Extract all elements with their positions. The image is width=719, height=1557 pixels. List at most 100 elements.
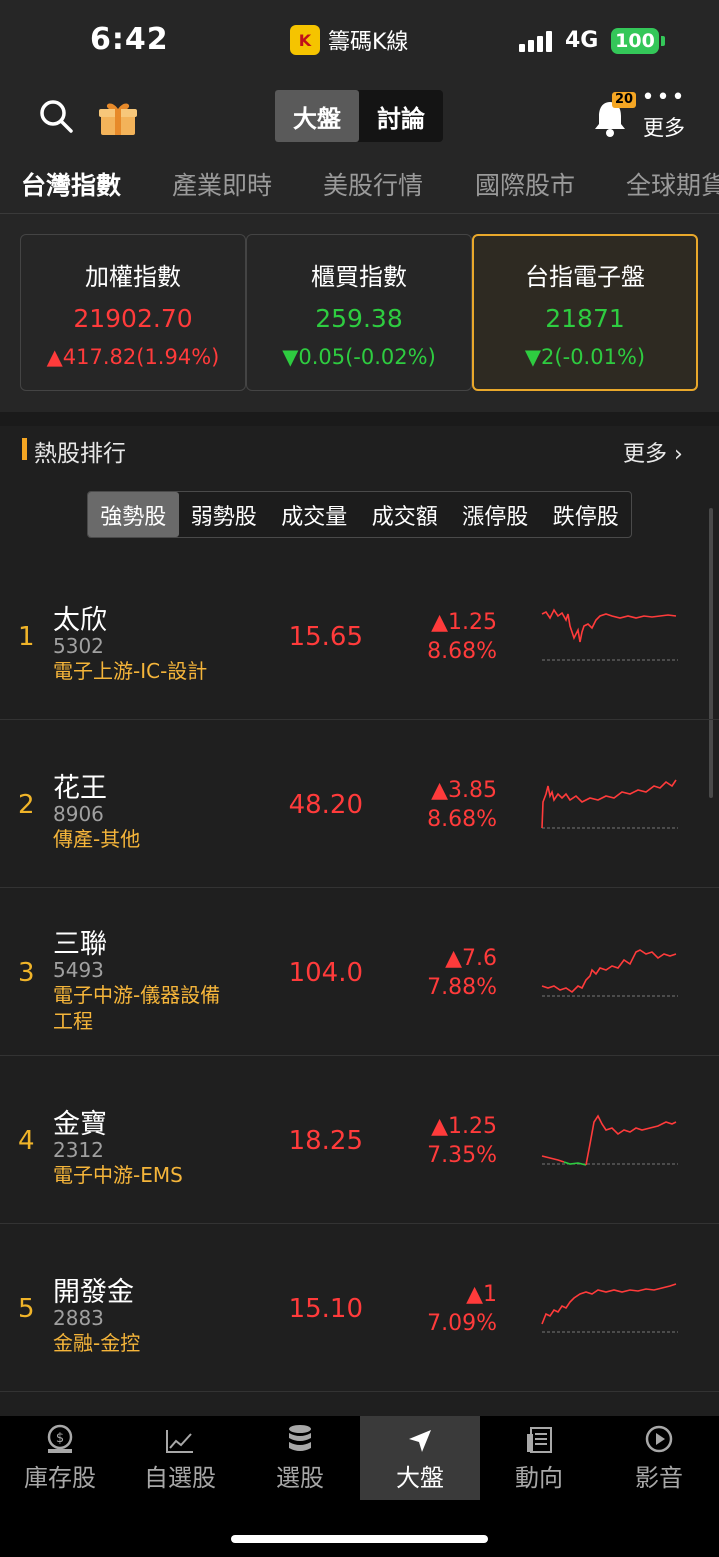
stock-row[interactable]: 3 三聯 5493 電子中游-儀器設備工程 104.0 ▲7.6 7.88% <box>0 888 719 1056</box>
stock-code: 5493 <box>53 958 104 982</box>
tab-taiwan-index[interactable]: 台灣指數 <box>21 166 121 202</box>
hot-stocks-title: 熱股排行 <box>34 441 126 467</box>
nav-market[interactable]: 大盤 <box>360 1416 480 1500</box>
index-name: 櫃買指數 <box>311 263 407 291</box>
stock-rank: 3 <box>18 958 35 988</box>
section-accent-bar <box>22 438 27 460</box>
change-amount: ▲1.25 <box>431 1114 497 1139</box>
tab-industry-live[interactable]: 產業即時 <box>172 166 272 202</box>
nav-trends[interactable]: 動向 <box>479 1416 599 1500</box>
filter-limit-up[interactable]: 漲停股 <box>450 492 541 537</box>
stock-row[interactable]: 1 太欣 5302 電子上游-IC-設計 15.65 ▲1.25 8.68% <box>0 552 719 720</box>
intraday-sparkline <box>541 1114 678 1166</box>
stock-name: 金寶 <box>53 1109 107 1140</box>
more-label: 更多 <box>643 116 685 140</box>
filter-turnover[interactable]: 成交額 <box>360 492 451 537</box>
nav-holdings[interactable]: $ 庫存股 <box>0 1416 120 1500</box>
stock-rank: 2 <box>18 790 35 820</box>
stock-code: 2883 <box>53 1306 104 1330</box>
signal-icon <box>519 30 552 52</box>
tab-us-stocks[interactable]: 美股行情 <box>323 166 423 202</box>
money-bag-icon: $ <box>0 1416 120 1454</box>
battery-icon: 100 <box>611 28 659 54</box>
battery-tip <box>661 36 665 46</box>
main-segment-control: 大盤 討論 <box>275 90 443 142</box>
index-card-taiex[interactable]: 加權指數 21902.70 ▲417.82(1.94%) <box>20 234 246 391</box>
more-button[interactable]: ••• 更多 <box>640 85 688 142</box>
index-cards: 加權指數 21902.70 ▲417.82(1.94%) 櫃買指數 259.38… <box>0 214 719 412</box>
index-name: 台指電子盤 <box>525 263 645 291</box>
stock-industry: 電子中游-EMS <box>53 1163 183 1187</box>
intraday-sparkline <box>541 608 678 661</box>
notification-count-badge: 20 <box>612 92 637 108</box>
chevron-right-icon: › <box>674 442 683 467</box>
stock-name: 三聯 <box>53 929 107 960</box>
stock-industry: 傳產-其他 <box>53 827 141 851</box>
network-type: 4G <box>565 28 599 53</box>
stock-code: 8906 <box>53 802 104 826</box>
stock-price: 104.0 <box>288 958 363 988</box>
tab-international-markets[interactable]: 國際股市 <box>475 166 575 202</box>
status-bar: 6:42 K 籌碼K線 4G 100 <box>0 0 719 80</box>
stock-row[interactable]: 5 開發金 2883 金融-金控 15.10 ▲1 7.09% <box>0 1224 719 1392</box>
nav-label: 動向 <box>515 1464 563 1492</box>
nav-label: 自選股 <box>144 1464 216 1492</box>
change-amount: ▲7.6 <box>445 946 497 971</box>
filter-strong[interactable]: 強勢股 <box>88 492 179 537</box>
clock: 6:42 <box>90 22 169 57</box>
stock-name: 花王 <box>53 773 107 804</box>
stock-name: 開發金 <box>53 1277 134 1308</box>
stock-change: ▲1.25 7.35% <box>427 1112 497 1170</box>
trend-chart-icon <box>120 1416 240 1454</box>
stock-price: 15.10 <box>288 1294 363 1324</box>
stock-change: ▲1 7.09% <box>427 1280 497 1338</box>
change-amount: ▲1.25 <box>431 610 497 635</box>
app-indicator: K 籌碼K線 <box>290 24 408 56</box>
stock-name: 太欣 <box>53 605 107 636</box>
category-tabs: 台灣指數 產業即時 美股行情 國際股市 全球期貨 <box>0 152 719 214</box>
home-indicator[interactable] <box>231 1535 488 1543</box>
top-nav: 大盤 討論 20 ••• 更多 <box>0 80 719 152</box>
tab-global-futures[interactable]: 全球期貨 <box>626 166 719 202</box>
more-dots-icon: ••• <box>641 85 687 110</box>
stock-row[interactable]: 4 金寶 2312 電子中游-EMS 18.25 ▲1.25 7.35% <box>0 1056 719 1224</box>
stock-change: ▲1.25 8.68% <box>427 608 497 666</box>
stock-row[interactable]: 2 花王 8906 傳產-其他 48.20 ▲3.85 8.68% <box>0 720 719 888</box>
nav-watchlist[interactable]: 自選股 <box>120 1416 240 1500</box>
nav-screener[interactable]: 選股 <box>240 1416 360 1500</box>
segment-market[interactable]: 大盤 <box>275 90 359 142</box>
hot-stocks-section: 熱股排行 更多 › 強勢股 弱勢股 成交量 成交額 漲停股 跌停股 1 太欣 5… <box>0 426 719 1416</box>
app-logo-icon: K <box>290 25 320 55</box>
filter-limit-down[interactable]: 跌停股 <box>541 492 632 537</box>
change-percent: 7.09% <box>427 1311 497 1336</box>
intraday-sparkline <box>541 779 678 829</box>
index-card-electronics-futures[interactable]: 台指電子盤 21871 ▼2(-0.01%) <box>472 234 698 391</box>
index-change: ▲417.82(1.94%) <box>46 345 220 369</box>
index-name: 加權指數 <box>85 263 181 291</box>
change-amount: ▲1 <box>466 1282 497 1307</box>
play-circle-icon <box>599 1416 719 1454</box>
change-amount: ▲3.85 <box>431 778 497 803</box>
stock-rank: 5 <box>18 1294 35 1324</box>
index-card-otc[interactable]: 櫃買指數 259.38 ▼0.05(-0.02%) <box>246 234 472 391</box>
nav-videos[interactable]: 影音 <box>599 1416 719 1500</box>
filter-volume[interactable]: 成交量 <box>269 492 360 537</box>
stock-industry: 電子上游-IC-設計 <box>53 659 208 683</box>
search-icon[interactable] <box>36 96 76 136</box>
index-value: 259.38 <box>315 304 403 333</box>
index-change: ▼0.05(-0.02%) <box>282 345 436 369</box>
nav-label: 選股 <box>276 1464 324 1492</box>
hot-stocks-more-link[interactable]: 更多 › <box>623 436 683 468</box>
stock-industry: 電子中游-儀器設備工程 <box>53 983 221 1033</box>
stock-rank: 4 <box>18 1126 35 1156</box>
filter-weak[interactable]: 弱勢股 <box>179 492 270 537</box>
gift-icon[interactable] <box>96 96 140 140</box>
change-percent: 8.68% <box>427 807 497 832</box>
nav-label: 影音 <box>635 1464 683 1492</box>
segment-discussion[interactable]: 討論 <box>359 90 443 142</box>
stock-change: ▲7.6 7.88% <box>427 944 497 1002</box>
nav-label: 大盤 <box>396 1464 444 1492</box>
change-percent: 7.35% <box>427 1143 497 1168</box>
stock-price: 18.25 <box>288 1126 363 1156</box>
intraday-sparkline <box>541 949 678 997</box>
